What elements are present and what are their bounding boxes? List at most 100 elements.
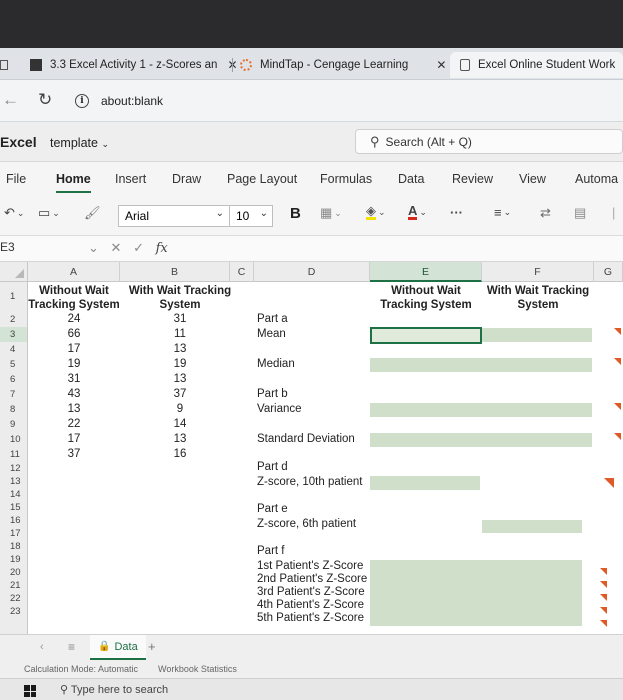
bold-button[interactable]: B [290, 205, 301, 222]
row-header[interactable]: 13 [0, 475, 28, 488]
cell-b11[interactable]: 16 [130, 448, 230, 460]
header-f[interactable]: With Wait Tracking System [482, 284, 594, 312]
tab-insert[interactable]: Insert [115, 172, 146, 186]
ribbon-overflow-icon[interactable]: | [612, 205, 615, 220]
cell-a4[interactable]: 17 [28, 343, 120, 355]
row-header[interactable]: 14 [0, 488, 28, 501]
row-header[interactable]: 15 [0, 501, 28, 514]
comment-flag-icon[interactable] [600, 620, 607, 627]
cell-a3[interactable]: 66 [28, 328, 120, 340]
cell-a2[interactable]: 24 [28, 313, 120, 325]
cell-a5[interactable]: 19 [28, 358, 120, 370]
tab-draw[interactable]: Draw [172, 172, 201, 186]
tab-file[interactable]: File [6, 172, 26, 186]
tab-view[interactable]: View [519, 172, 546, 186]
input-cell-f3[interactable] [482, 328, 592, 342]
borders-icon[interactable]: ▦ ⌄ [320, 205, 342, 221]
font-name-select[interactable]: Arial ⌄ [118, 205, 230, 227]
tab-page-layout[interactable]: Page Layout [227, 172, 297, 186]
row-header[interactable]: 7 [0, 387, 28, 402]
row-header[interactable]: 22 [0, 592, 28, 605]
back-icon[interactable]: ← [2, 90, 19, 110]
tab-excel-activity[interactable]: 3.3 Excel Activity 1 - z-Scores an ✕ [30, 52, 238, 78]
clipboard-icon[interactable]: ▭ ⌄ [38, 205, 60, 221]
document-name[interactable]: template ⌄ [50, 136, 109, 150]
cell-b9[interactable]: 14 [130, 418, 230, 430]
header-b[interactable]: With Wait Tracking System [120, 284, 240, 312]
workbook-statistics[interactable]: Workbook Statistics [158, 664, 237, 674]
cell-b4[interactable]: 13 [130, 343, 230, 355]
search-box[interactable]: ⚲ Search (Alt + Q) [355, 129, 623, 154]
comment-flag-icon[interactable] [600, 581, 607, 588]
align-icon[interactable]: ≡ ⌄ [494, 205, 511, 220]
comment-flag-icon[interactable] [600, 568, 607, 575]
row-header[interactable]: 2 [0, 312, 28, 327]
column-header-e[interactable]: E [370, 262, 482, 282]
cell-a11[interactable]: 37 [28, 448, 120, 460]
input-cell-f16[interactable] [482, 520, 582, 533]
column-header-b[interactable]: B [120, 262, 230, 282]
sheet-tab-data[interactable]: 🔒 Data [90, 635, 146, 660]
row-header[interactable]: 1 [0, 282, 28, 312]
font-color-icon[interactable]: A ⌄ [408, 204, 427, 220]
cancel-icon[interactable]: ✕ [111, 240, 126, 255]
input-cell-e13[interactable] [370, 476, 480, 490]
cell-b2[interactable]: 31 [130, 313, 230, 325]
comment-flag-icon[interactable] [614, 358, 621, 365]
select-all-corner[interactable] [0, 262, 28, 282]
close-tab-icon[interactable]: ✕ [436, 58, 446, 72]
input-cells-part-f[interactable] [370, 560, 582, 626]
column-header-d[interactable]: D [254, 262, 370, 282]
check-icon[interactable]: ✓ [133, 240, 148, 255]
cell-b5[interactable]: 19 [130, 358, 230, 370]
url-field[interactable]: i about:blank [75, 89, 163, 113]
tab-excel-online[interactable]: Excel Online Student Work [450, 52, 623, 78]
function-icon[interactable]: fx [156, 241, 168, 256]
row-header[interactable]: 11 [0, 447, 28, 462]
row-header[interactable]: 6 [0, 372, 28, 387]
cell-b8[interactable]: 9 [130, 403, 230, 415]
worksheet-grid[interactable]: A B C D E F G 1 2 3 4 5 6 7 8 9 10 11 12… [0, 262, 623, 634]
wrap-text-icon[interactable]: ⇄ [540, 205, 551, 221]
row-header[interactable]: 4 [0, 342, 28, 357]
comment-flag-icon[interactable] [604, 478, 614, 488]
tab-formulas[interactable]: Formulas [320, 172, 372, 186]
scroll-left-icon[interactable]: ‹ [40, 641, 44, 653]
column-header-g[interactable]: G [594, 262, 623, 282]
row-header[interactable]: 21 [0, 579, 28, 592]
cell-b10[interactable]: 13 [130, 433, 230, 445]
tab-mindtap[interactable]: MindTap - Cengage Learning ✕ [240, 52, 446, 78]
sheet-list-icon[interactable]: ≡ [68, 640, 75, 654]
tab-home[interactable]: Home [56, 172, 91, 193]
cell-b7[interactable]: 37 [130, 388, 230, 400]
cell-a9[interactable]: 22 [28, 418, 120, 430]
row-header[interactable]: 19 [0, 553, 28, 566]
more-options-button[interactable]: ··· [450, 205, 463, 220]
header-e[interactable]: Without Wait Tracking System [370, 284, 482, 312]
row-header[interactable]: 18 [0, 540, 28, 553]
row-header[interactable]: 5 [0, 357, 28, 372]
row-header[interactable]: 12 [0, 462, 28, 475]
cell-a8[interactable]: 13 [28, 403, 120, 415]
reload-icon[interactable]: ↻ [38, 90, 52, 110]
input-cells-row-10[interactable] [370, 433, 592, 447]
cell-a7[interactable]: 43 [28, 388, 120, 400]
column-header-a[interactable]: A [28, 262, 120, 282]
row-header[interactable]: 23 [0, 605, 28, 618]
tab-automate[interactable]: Automa [575, 172, 618, 186]
row-header[interactable]: 8 [0, 402, 28, 417]
row-header[interactable]: 9 [0, 417, 28, 432]
merge-icon[interactable]: ▤ [574, 205, 586, 221]
tab-review[interactable]: Review [452, 172, 493, 186]
input-cells-row-5[interactable] [370, 358, 592, 372]
cell-b3[interactable]: 11 [130, 328, 230, 340]
cell-a10[interactable]: 17 [28, 433, 120, 445]
column-header-c[interactable]: C [230, 262, 254, 282]
row-header[interactable]: 20 [0, 566, 28, 579]
comment-flag-icon[interactable] [614, 328, 621, 335]
windows-start-icon[interactable] [24, 685, 36, 697]
info-icon[interactable]: i [75, 94, 89, 108]
chevron-down-icon[interactable]: ⌄ [88, 240, 103, 255]
comment-flag-icon[interactable] [600, 594, 607, 601]
input-cell-e3-selected[interactable] [370, 327, 482, 344]
